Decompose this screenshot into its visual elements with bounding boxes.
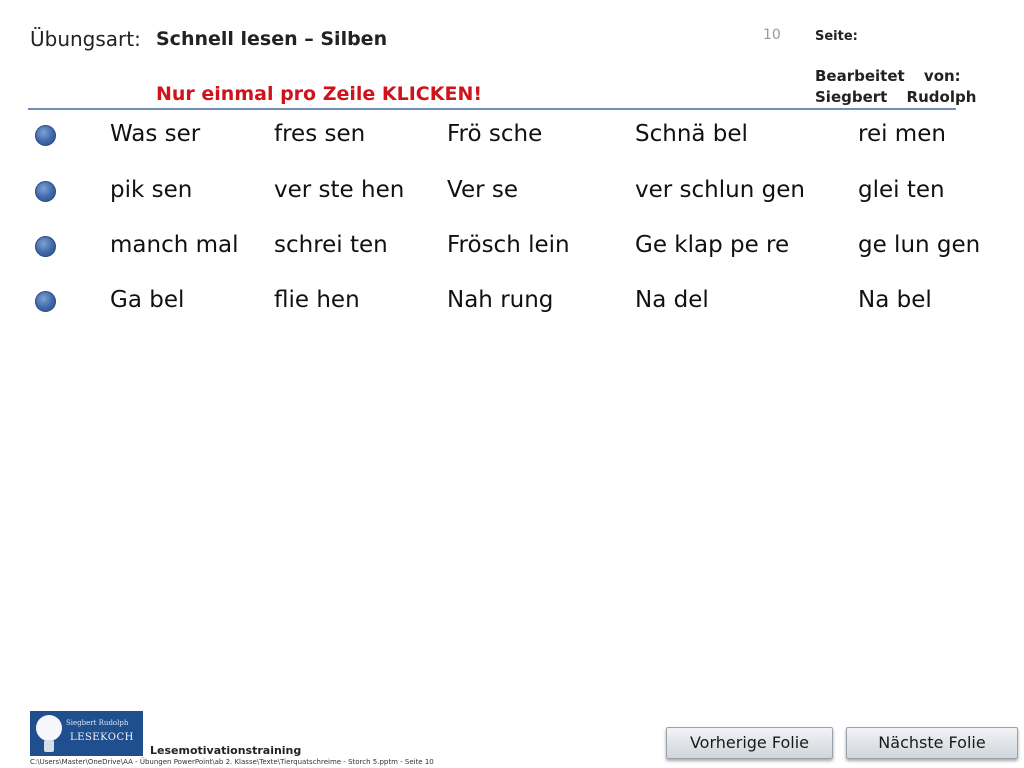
syllable-word: Na del <box>635 287 709 313</box>
lesekoch-logo: Siegbert Rudolph LESEKOCH <box>30 711 143 756</box>
exercise-type-label: Übungsart: <box>30 27 141 51</box>
next-slide-button[interactable]: Nächste Folie <box>846 727 1018 759</box>
exercise-title: Schnell lesen – Silben <box>156 28 388 50</box>
syllable-word: fres sen <box>274 121 366 147</box>
syllable-word: flie hen <box>274 287 360 313</box>
logo-author-name: Siegbert Rudolph <box>66 719 129 727</box>
syllable-word: manch mal <box>110 232 239 258</box>
syllable-word: pik sen <box>110 177 193 203</box>
logo-brand: LESEKOCH <box>70 732 134 743</box>
instruction-text: Nur einmal pro Zeile KLICKEN! <box>156 83 483 105</box>
syllable-word: glei ten <box>858 177 945 203</box>
footer-label: Lesemotivationstraining <box>150 744 302 757</box>
syllable-word: Frösch lein <box>447 232 570 258</box>
previous-slide-button[interactable]: Vorherige Folie <box>666 727 833 759</box>
syllable-word: schrei ten <box>274 232 388 258</box>
syllable-word: Frö sche <box>447 121 543 147</box>
row-click-bullet-icon[interactable] <box>35 125 56 146</box>
syllable-word: ver ste hen <box>274 177 405 203</box>
syllable-row: manch mal schrei ten Frösch lein Ge klap… <box>0 232 1024 272</box>
syllable-word: Was ser <box>110 121 201 147</box>
syllable-word: ver schlun gen <box>635 177 805 203</box>
row-click-bullet-icon[interactable] <box>35 291 56 312</box>
footer-file-path: C:\Users\Master\OneDrive\AA - Übungen Po… <box>30 758 434 766</box>
syllable-word: Ga bel <box>110 287 185 313</box>
syllable-word: Na bel <box>858 287 932 313</box>
row-click-bullet-icon[interactable] <box>35 236 56 257</box>
syllable-word: ge lun gen <box>858 232 981 258</box>
header-divider <box>28 108 956 110</box>
editor-label: Bearbeitet von: <box>815 67 961 85</box>
page-number: 10 <box>763 27 781 43</box>
syllable-word: rei men <box>858 121 946 147</box>
page-label: Seite: <box>815 29 858 44</box>
syllable-row: Was ser fres sen Frö sche Schnä bel rei … <box>0 121 1024 161</box>
lightbulb-chef-icon <box>36 715 62 741</box>
syllable-word: Ge klap pe re <box>635 232 790 258</box>
syllable-word: Schnä bel <box>635 121 748 147</box>
syllable-word: Nah rung <box>447 287 554 313</box>
syllable-row: pik sen ver ste hen Ver se ver schlun ge… <box>0 177 1024 217</box>
syllable-word: Ver se <box>447 177 518 203</box>
editor-name: Siegbert Rudolph <box>815 88 977 106</box>
syllable-row: Ga bel flie hen Nah rung Na del Na bel <box>0 287 1024 327</box>
lightbulb-base-icon <box>44 740 54 752</box>
row-click-bullet-icon[interactable] <box>35 181 56 202</box>
